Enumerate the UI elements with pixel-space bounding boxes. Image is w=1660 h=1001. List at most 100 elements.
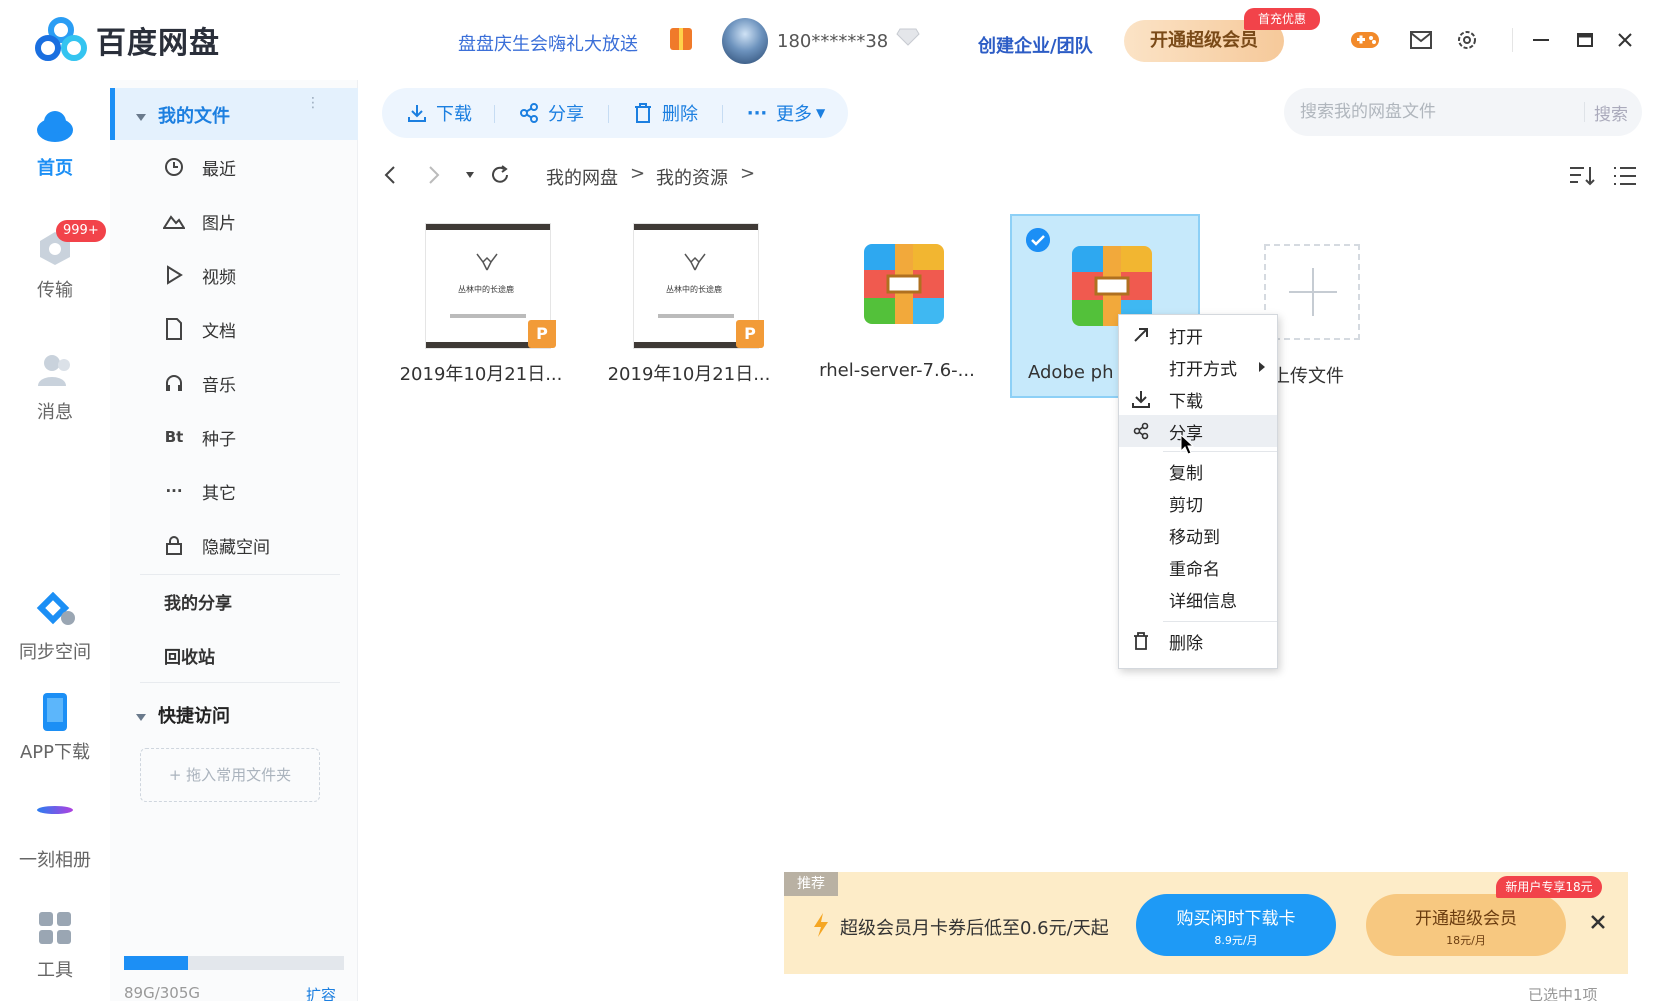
rail-app-download[interactable]: APP下载 bbox=[0, 692, 110, 764]
nav-item-images[interactable]: 图片 bbox=[162, 206, 236, 236]
caret-down-icon bbox=[136, 113, 146, 121]
create-team-link[interactable]: 创建企业/团队 bbox=[978, 32, 1093, 58]
menu-item-move-to[interactable]: 移动到 bbox=[1119, 519, 1277, 551]
menu-item-rename[interactable]: 重命名 bbox=[1119, 551, 1277, 583]
menu-item-details[interactable]: 详细信息 bbox=[1119, 583, 1277, 615]
open-arrow-icon bbox=[1129, 323, 1153, 347]
share-button[interactable]: 分享 bbox=[518, 88, 584, 138]
nav-quick-access[interactable]: 快捷访问 bbox=[136, 702, 230, 728]
nav-item-hidden-space[interactable]: 隐藏空间 bbox=[162, 530, 270, 560]
album-icon bbox=[35, 800, 75, 836]
nav-my-share[interactable]: 我的分享 bbox=[164, 586, 232, 616]
menu-item-label: 复制 bbox=[1169, 463, 1203, 484]
ad-text: 超级会员月卡券后低至0.6元/天起 bbox=[840, 918, 1109, 939]
menu-item-label: 移动到 bbox=[1169, 527, 1220, 548]
delete-button[interactable]: 删除 bbox=[632, 88, 698, 138]
menu-item-cut[interactable]: 剪切 bbox=[1119, 487, 1277, 519]
breadcrumb-root[interactable]: 我的网盘 bbox=[546, 164, 618, 190]
file-item[interactable]: 丛林中的长途鹿 P 2019年10月21日... bbox=[386, 214, 576, 398]
search-input[interactable] bbox=[1300, 98, 1560, 126]
menu-item-copy[interactable]: 复制 bbox=[1119, 455, 1277, 487]
rail-album-label: 一刻相册 bbox=[19, 850, 91, 871]
mail-icon[interactable] bbox=[1406, 26, 1436, 54]
nav-my-files-header[interactable]: 我的文件 bbox=[136, 102, 230, 128]
ad-btn1-price: 8.9元/月 bbox=[1214, 934, 1258, 947]
nav-item-label: 音乐 bbox=[202, 375, 236, 396]
more-button[interactable]: ··· 更多 ▼ bbox=[746, 88, 826, 138]
rail-home[interactable]: 首页 bbox=[0, 108, 110, 180]
nav-item-others[interactable]: ··· 其它 bbox=[162, 476, 236, 506]
breadcrumb-separator: > bbox=[630, 163, 646, 184]
download-button[interactable]: 下载 bbox=[406, 88, 472, 138]
nav-item-documents[interactable]: 文档 bbox=[162, 314, 236, 344]
nav-item-torrents[interactable]: Bt 种子 bbox=[162, 422, 236, 452]
download-label: 下载 bbox=[436, 104, 472, 125]
rail-messages-label: 消息 bbox=[37, 402, 73, 423]
sort-icon[interactable] bbox=[1568, 164, 1596, 188]
doc-line bbox=[658, 314, 734, 318]
nav-panel: 我的文件 ⋮ 最近 图片 视频 文档 音乐 Bt 种子 ··· 其它 隐藏空间 … bbox=[110, 80, 358, 1001]
ppt-thumbnail: 丛林中的长途鹿 P bbox=[426, 224, 556, 348]
close-icon[interactable] bbox=[1588, 912, 1608, 932]
nav-item-recent[interactable]: 最近 bbox=[162, 152, 236, 182]
toolbar-divider bbox=[722, 105, 723, 123]
new-user-badge: 新用户专享18元 bbox=[1496, 876, 1602, 898]
search-button[interactable]: 搜索 bbox=[1594, 100, 1628, 125]
open-vip-button[interactable]: 开通超级会员 18元/月 bbox=[1366, 894, 1566, 956]
bt-icon: Bt bbox=[164, 428, 184, 446]
nav-item-music[interactable]: 音乐 bbox=[162, 368, 236, 398]
minimize-icon[interactable] bbox=[1526, 26, 1556, 54]
breadcrumb-current[interactable]: 我的资源 bbox=[656, 164, 728, 190]
gift-icon[interactable] bbox=[670, 28, 692, 50]
rail-album[interactable]: 一刻相册 bbox=[0, 800, 110, 872]
checkmark-icon[interactable] bbox=[1026, 228, 1050, 252]
menu-item-label: 剪切 bbox=[1169, 495, 1203, 516]
submenu-arrow-icon bbox=[1259, 362, 1265, 372]
nav-quick-access-label: 快捷访问 bbox=[158, 706, 230, 727]
menu-item-label: 删除 bbox=[1169, 633, 1203, 654]
trash-icon bbox=[1129, 629, 1153, 653]
grid-apps-icon bbox=[35, 910, 75, 946]
nav-item-label: 文档 bbox=[202, 321, 236, 342]
menu-item-delete[interactable]: 删除 bbox=[1119, 625, 1277, 657]
gear-icon[interactable] bbox=[1452, 26, 1482, 54]
rail-messages[interactable]: 消息 bbox=[0, 352, 110, 424]
nav-item-videos[interactable]: 视频 bbox=[162, 260, 236, 290]
drop-folder-zone[interactable]: + 拖入常用文件夹 bbox=[140, 748, 320, 802]
forward-icon[interactable] bbox=[422, 162, 446, 188]
expand-storage-link[interactable]: 扩容 bbox=[306, 984, 336, 1001]
upload-label[interactable]: 上传文件 bbox=[1272, 362, 1344, 388]
avatar[interactable] bbox=[722, 18, 768, 64]
refresh-icon[interactable] bbox=[488, 162, 512, 188]
baidu-netdisk-logo bbox=[35, 17, 87, 61]
nav-item-label: 视频 bbox=[202, 267, 236, 288]
file-item[interactable]: 丛林中的长途鹿 P 2019年10月21日... bbox=[594, 214, 784, 398]
buy-download-card-button[interactable]: 购买闲时下载卡 8.9元/月 bbox=[1136, 894, 1336, 956]
rail-sync[interactable]: 同步空间 bbox=[0, 591, 110, 664]
menu-item-open-with[interactable]: 打开方式 bbox=[1119, 351, 1277, 383]
nav-recycle-label: 回收站 bbox=[164, 647, 215, 668]
promo-link[interactable]: 盘盘庆生会嗨礼大放送 bbox=[458, 30, 638, 56]
diamond-icon[interactable] bbox=[896, 28, 920, 46]
game-icon[interactable] bbox=[1350, 26, 1380, 54]
menu-item-label: 重命名 bbox=[1169, 559, 1220, 580]
close-icon[interactable] bbox=[1610, 26, 1640, 54]
maximize-icon[interactable] bbox=[1570, 26, 1600, 54]
file-item[interactable]: rhel-server-7.6-... bbox=[802, 214, 992, 398]
menu-item-open[interactable]: 打开 bbox=[1119, 319, 1277, 351]
nav-divider bbox=[140, 574, 340, 575]
list-view-icon[interactable] bbox=[1612, 164, 1638, 188]
back-icon[interactable] bbox=[378, 162, 402, 188]
upload-plus-icon[interactable] bbox=[1264, 244, 1360, 340]
nav-divider bbox=[140, 682, 340, 683]
menu-item-share[interactable]: 分享 bbox=[1119, 415, 1277, 447]
context-menu: 打开 打开方式 下载 分享 复制 剪切 移动到 重命名 详细信息 删除 bbox=[1118, 314, 1278, 669]
username[interactable]: 180******38 bbox=[777, 31, 888, 52]
ad-btn2-label: 开通超级会员 bbox=[1415, 909, 1517, 929]
rail-tools[interactable]: 工具 bbox=[0, 910, 110, 982]
more-dots-icon[interactable]: ⋮ bbox=[306, 96, 320, 118]
history-dropdown-icon[interactable] bbox=[458, 162, 482, 188]
storage-usage: 89G/305G bbox=[124, 984, 201, 1001]
menu-item-download[interactable]: 下载 bbox=[1119, 383, 1277, 415]
nav-recycle-bin[interactable]: 回收站 bbox=[164, 640, 215, 670]
